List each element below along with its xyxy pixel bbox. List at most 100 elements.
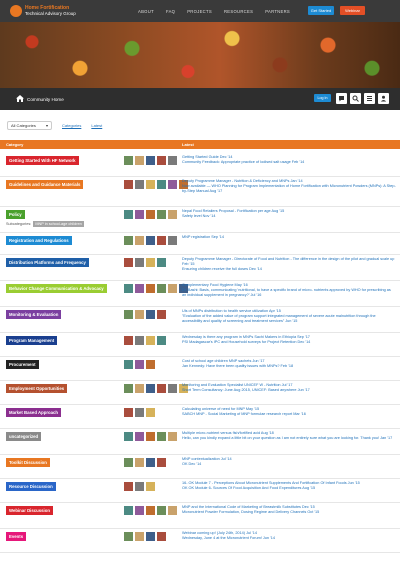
avatar[interactable] [146,432,155,441]
avatar[interactable] [135,258,144,267]
avatar[interactable] [146,408,155,417]
avatar[interactable] [146,506,155,515]
latest-topic-link[interactable]: Safety level Nov '14 [182,214,396,219]
avatar[interactable] [146,310,155,319]
avatar[interactable] [157,310,166,319]
avatar[interactable] [146,180,155,189]
latest-topic-link[interactable]: OK Dec '14 [182,462,396,467]
avatar[interactable] [124,336,133,345]
menu-partners[interactable]: PARTNERS [265,9,290,14]
avatar[interactable] [135,384,144,393]
avatar[interactable] [146,336,155,345]
subcategory-tag[interactable]: MNP in school-age children [33,221,84,227]
avatar[interactable] [124,532,133,541]
avatar[interactable] [135,458,144,467]
avatar[interactable] [135,360,144,369]
avatar[interactable] [157,284,166,293]
latest-topic-link[interactable]: Hello, can you kindly expand a little bi… [182,436,396,441]
avatar[interactable] [124,458,133,467]
avatar[interactable] [168,236,177,245]
avatar[interactable] [157,236,166,245]
category-badge[interactable]: Policy [6,210,25,219]
avatar[interactable] [146,258,155,267]
category-badge[interactable]: Toolkit Discussion [6,458,50,467]
avatar[interactable] [146,156,155,165]
avatar[interactable] [146,482,155,491]
menu-button[interactable] [364,93,375,104]
avatar[interactable] [135,284,144,293]
latest-topic-link[interactable]: Now available — WHO Planning for Program… [182,184,396,194]
latest-topic-link[interactable]: Wednesday, June 4 at the Micronutrient F… [182,536,396,541]
category-badge[interactable]: Registration and Regulations [6,236,72,245]
category-select[interactable]: All Categories ▾ [7,120,52,130]
menu-about[interactable]: ABOUT [138,9,154,14]
webinar-button[interactable]: Webinar [340,6,365,15]
login-button[interactable]: Log In [314,94,331,102]
avatar[interactable] [124,284,133,293]
avatar[interactable] [135,210,144,219]
avatar[interactable] [157,458,166,467]
avatar[interactable] [157,432,166,441]
avatar[interactable] [168,156,177,165]
avatar[interactable] [157,210,166,219]
avatar[interactable] [124,506,133,515]
avatar[interactable] [146,284,155,293]
category-badge[interactable]: Events [6,532,27,541]
avatar[interactable] [135,336,144,345]
menu-projects[interactable]: PROJECTS [187,9,212,14]
avatar[interactable] [157,156,166,165]
avatar[interactable] [168,284,177,293]
avatar[interactable] [124,310,133,319]
avatar[interactable] [124,482,133,491]
avatar[interactable] [124,258,133,267]
chat-button[interactable] [336,93,347,104]
category-badge[interactable]: Market Based Approach [6,408,62,417]
categories-link[interactable]: Categories [62,123,81,128]
latest-topic-link[interactable]: MNP registration Sep '14 [182,235,396,240]
avatar[interactable] [135,482,144,491]
menu-resources[interactable]: RESOURCES [224,9,253,14]
menu-faq[interactable]: FAQ [166,9,175,14]
category-badge[interactable]: Resource Discussion [6,482,56,491]
avatar[interactable] [124,180,133,189]
category-badge[interactable]: Procurement [6,360,39,369]
avatar[interactable] [135,236,144,245]
avatar[interactable] [168,432,177,441]
avatar[interactable] [168,180,177,189]
avatar[interactable] [135,532,144,541]
latest-topic-link[interactable]: "Evaluation of the added value of progra… [182,314,396,324]
avatar[interactable] [157,506,166,515]
avatar[interactable] [146,458,155,467]
category-badge[interactable]: Getting Started With HF Network [6,156,79,165]
avatar[interactable] [124,384,133,393]
avatar[interactable] [135,506,144,515]
latest-topic-link[interactable]: OK OK Module 6- Sources Of Food Acquisit… [182,486,396,491]
latest-link[interactable]: Latest [91,123,102,128]
latest-topic-link[interactable]: Jan Kennedy: Have there been quality iss… [182,364,396,369]
category-badge[interactable]: Distribution Platforms and Frequency [6,258,89,267]
avatar[interactable] [157,180,166,189]
category-badge[interactable]: Monitoring & Evaluation [6,310,62,319]
avatar[interactable] [146,210,155,219]
avatar[interactable] [124,432,133,441]
avatar[interactable] [157,384,166,393]
avatar[interactable] [135,408,144,417]
avatar[interactable] [168,384,177,393]
avatar[interactable] [135,180,144,189]
avatar[interactable] [124,236,133,245]
breadcrumb[interactable]: Community Home [27,97,64,102]
avatar[interactable] [124,408,133,417]
category-badge[interactable]: Employment Opportunities [6,384,68,393]
avatar[interactable] [157,336,166,345]
avatar[interactable] [157,532,166,541]
latest-topic-link[interactable]: Deputy Programme Manager - Directorate o… [182,257,396,267]
latest-topic-link[interactable]: Ensuring children receive the full doses… [182,267,396,272]
avatar[interactable] [146,384,155,393]
category-badge[interactable]: uncategorized [6,432,42,441]
latest-topic-link[interactable]: Dr. Bashi: Basis, communicating 'nutriti… [182,288,396,298]
category-badge[interactable]: Webinar Discussion [6,506,53,515]
search-button[interactable] [350,93,361,104]
category-badge[interactable]: Guidelines and Guidance Materials [6,180,84,189]
avatar[interactable] [135,432,144,441]
latest-topic-link[interactable]: Community Feedback: Appropriate practice… [182,160,396,165]
